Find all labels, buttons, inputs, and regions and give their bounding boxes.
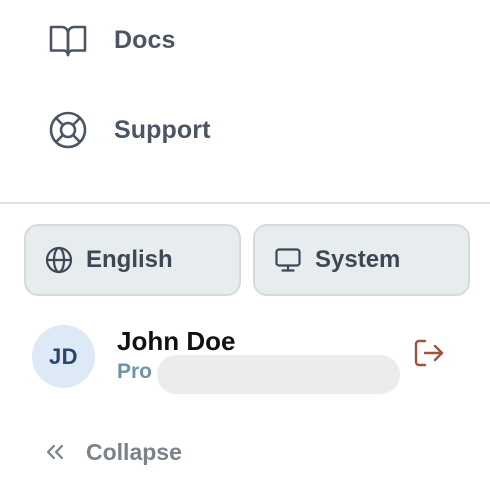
avatar-initials: JD xyxy=(48,343,79,369)
nav-item-docs[interactable]: Docs xyxy=(48,18,176,62)
life-buoy-icon xyxy=(48,110,88,150)
theme-selector-button[interactable]: System xyxy=(253,224,470,296)
nav-item-support[interactable]: Support xyxy=(48,108,211,152)
sidebar-footer: Docs Support English System JD John Doe … xyxy=(0,0,490,504)
avatar: JD xyxy=(32,325,95,388)
collapse-label: Collapse xyxy=(86,438,182,465)
book-open-icon xyxy=(48,20,88,60)
theme-label: System xyxy=(315,246,401,273)
log-out-icon xyxy=(413,338,445,373)
divider xyxy=(0,202,490,204)
user-email-redacted xyxy=(157,355,400,394)
globe-icon xyxy=(44,245,74,275)
logout-button[interactable] xyxy=(410,337,448,373)
language-label: English xyxy=(86,246,173,273)
user-name: John Doe xyxy=(117,326,236,356)
language-selector-button[interactable]: English xyxy=(24,224,241,296)
collapse-button[interactable]: Collapse xyxy=(44,434,182,470)
user-plan-badge: Pro xyxy=(117,360,153,383)
monitor-icon xyxy=(273,245,303,275)
nav-item-support-label: Support xyxy=(114,115,211,144)
chevrons-left-icon xyxy=(44,441,66,463)
nav-item-docs-label: Docs xyxy=(114,25,176,54)
